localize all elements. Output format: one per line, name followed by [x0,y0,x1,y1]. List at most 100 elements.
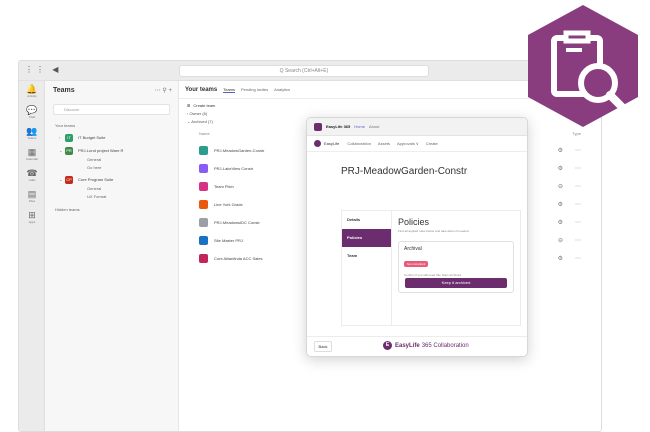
chat-icon: 💬 [26,105,38,115]
footer-brand-name: EasyLife [395,342,420,349]
team-avatar: PR [65,146,73,155]
dialog-nav: EasyLife Collaboration Assets Approvals … [307,136,527,152]
side-details[interactable]: Details [342,211,391,229]
discover-input[interactable]: Discover [53,104,170,115]
easylife-logo-icon: E [383,341,392,350]
col-type[interactable]: Type [572,127,581,141]
channel-item[interactable]: General [45,186,178,194]
dialog-brand[interactable]: EasyLife [324,141,339,146]
team-item[interactable]: ⌄ CP Core Program Suite [45,173,178,186]
col-name[interactable]: Name [199,131,210,136]
rail-activity[interactable]: 🔔 Activity [19,81,45,102]
team-avatar: CP [65,175,73,184]
team-item[interactable]: › IT IT Budget Suite [45,131,178,144]
archival-card: Archival Not compliant Confirm if you st… [398,241,514,293]
rail-calls[interactable]: ☎ Calls [19,165,45,186]
tab-teams[interactable]: Teams [223,87,236,93]
team-avatar [199,217,208,227]
rail-chat[interactable]: 💬 Chat [19,102,45,123]
dialog-footer: Back E EasyLife 365 Collaboration [307,336,527,356]
nav-create[interactable]: Create [426,141,438,146]
settings-icon[interactable]: ⚙ [558,219,563,226]
side-policies[interactable]: Policies [342,229,391,247]
dialog-body: Details Policies Team Policies Find all … [341,210,521,326]
create-team-label: Create team [193,102,216,108]
more-icon[interactable]: ⋯ [575,219,581,226]
more-icon[interactable]: ⋯ [575,255,581,262]
more-icon[interactable]: ⋯ [575,237,581,244]
rail-teams[interactable]: 👥 Teams [19,123,45,144]
rail-files[interactable]: ▤ Files [19,186,45,207]
card-title: Archival [404,246,422,252]
nav-arrows[interactable]: ⋮⋮ ◀ [25,65,61,74]
more-icon[interactable]: ⋯ [575,183,581,190]
more-icon[interactable]: ⋯ [575,165,581,172]
calls-icon: ☎ [26,168,38,178]
channel-item[interactable]: UX Format [45,194,178,202]
row-name: Core Allianfinda ACC Sales [214,255,263,261]
dialog-app-name: EasyLife 365 [326,124,351,129]
team-add-icon: ⊞ [187,102,191,108]
pane-actions[interactable]: ⋯ ⚲ + [155,87,172,94]
keep-archived-button[interactable]: Keep it archived [405,278,507,288]
teams-icon: 👥 [26,126,38,136]
back-button[interactable]: Back [314,341,332,352]
row-name: Line York Grade [214,201,243,207]
section-header[interactable]: Your teams [45,118,178,131]
card-description: Confirm if you still need this Team arch… [404,273,461,277]
team-avatar [199,163,208,173]
nav-approvals[interactable]: Approvals ∨ [397,141,419,146]
team-name: IT Budget Suite [78,135,106,140]
lock-icon[interactable]: ⊖ [558,237,563,244]
team-avatar [199,253,208,263]
lock-icon[interactable]: ⊖ [558,183,563,190]
team-avatar [199,199,208,209]
app-rail: 🔔 Activity 💬 Chat 👥 Teams ▦ Calendar ☎ Calls … [19,81,45,431]
team-avatar [199,181,208,191]
app-logo-icon [314,122,322,131]
settings-icon[interactable]: ⚙ [558,165,563,172]
nav-collaboration[interactable]: Collaboration [347,141,371,146]
global-search-input[interactable]: Q Search (Ctrl+Alt+E) [179,65,429,77]
team-avatar [199,235,208,245]
rail-label: Files [28,199,36,203]
nav-assets[interactable]: Assets [378,141,390,146]
footer-brand-sub: 365 Collaboration [421,342,469,349]
team-name: PRJ-Lund project Ware R [78,148,124,153]
row-name: PRJ-MeadowGarden-Constr [214,147,265,153]
group-label: Owner (6) [189,111,208,116]
side-team[interactable]: Team [342,247,391,265]
settings-icon[interactable]: ⚙ [558,201,563,208]
apps-icon: ⊞ [28,210,36,220]
tab-analytics[interactable]: Analytics [274,87,290,92]
hidden-teams[interactable]: Hidden teams [45,202,178,215]
calendar-icon: ▦ [27,147,37,157]
brand-logo-icon [314,140,321,147]
page-title: Your teams [185,86,218,93]
policies-content: Policies Find all applied rules below an… [398,217,516,293]
dialog-tab-home[interactable]: Home [354,124,365,129]
activity-icon: 🔔 [26,84,38,94]
policies-heading: Policies [398,217,430,227]
rail-label: Teams [27,136,37,140]
rail-apps[interactable]: ⊞ Apps [19,207,45,228]
settings-icon[interactable]: ⚙ [558,255,563,262]
easylife-dialog: EasyLife 365 Home About EasyLife Collabo… [306,117,528,357]
team-item[interactable]: ⌄ PR PRJ-Lund project Ware R [45,144,178,157]
status-badge: Not compliant [404,261,429,267]
teams-pane-header: Teams ⋯ ⚲ + [45,81,178,101]
tab-pending[interactable]: Pending invites [241,87,268,92]
settings-icon[interactable]: ⚙ [558,147,563,154]
rail-calendar[interactable]: ▦ Calendar [19,144,45,165]
rail-label: Calendar [25,157,39,161]
title-bar: ⋮⋮ ◀ Q Search (Ctrl+Alt+E) [19,61,601,81]
team-name: Core Program Suite [78,177,114,182]
more-icon[interactable]: ⋯ [575,201,581,208]
rail-label: Apps [28,220,36,224]
more-icon[interactable]: ⋯ [575,147,581,154]
row-name: PRJ-MeadowsIDC Constr [214,219,260,225]
channel-item[interactable]: General [45,157,178,165]
dialog-tab-about[interactable]: About [369,124,379,129]
dialog-sidebar: Details Policies Team [342,211,392,325]
channel-item[interactable]: Go here [45,165,178,173]
